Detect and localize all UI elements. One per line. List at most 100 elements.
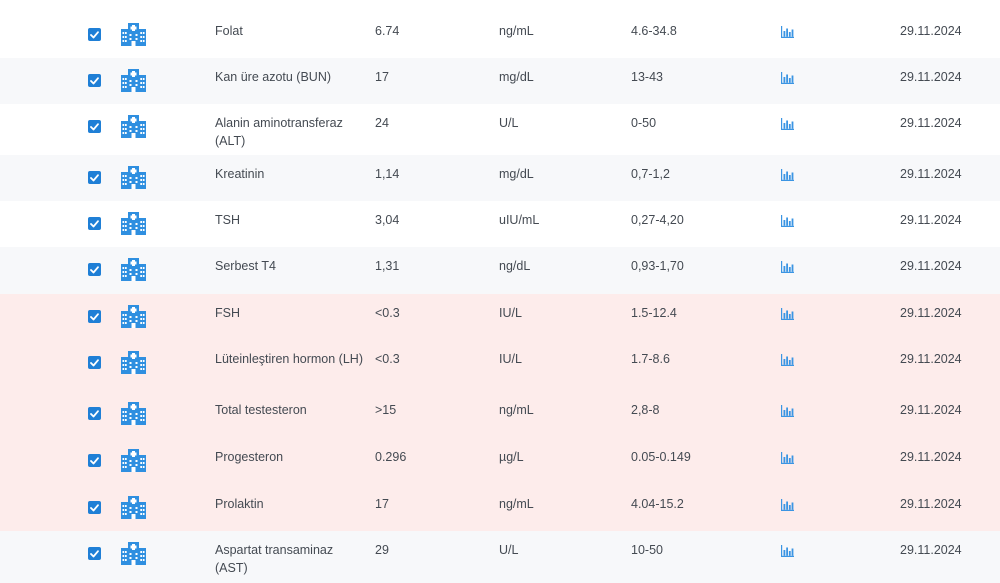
check-icon xyxy=(90,358,99,366)
check-icon xyxy=(90,549,99,557)
bar-chart-icon[interactable] xyxy=(781,261,794,273)
test-unit: ng/dL xyxy=(499,259,531,273)
hospital-icon[interactable] xyxy=(121,542,146,565)
test-date: 29.11.2024 xyxy=(900,543,962,557)
row-checkbox[interactable] xyxy=(88,74,101,87)
test-value: >15 xyxy=(375,403,397,417)
reference-range: 0,7-1,2 xyxy=(631,167,670,181)
test-name: Progesteron xyxy=(215,450,284,464)
test-name: Folat xyxy=(215,24,243,38)
test-value: 17 xyxy=(375,70,389,84)
table-row: Lüteinleştiren hormon (LH) <0.3 IU/L 1.7… xyxy=(0,340,1000,391)
check-icon xyxy=(90,122,99,130)
test-unit: uIU/mL xyxy=(499,213,540,227)
bar-chart-icon[interactable] xyxy=(781,354,794,366)
bar-chart-icon[interactable] xyxy=(781,118,794,130)
hospital-icon[interactable] xyxy=(121,212,146,235)
reference-range: 0.05-0.149 xyxy=(631,450,691,464)
row-checkbox[interactable] xyxy=(88,454,101,467)
lab-results-table: Folat 6.74 ng/mL 4.6-34.8 29.11.2024 Kan… xyxy=(0,0,1000,583)
row-checkbox[interactable] xyxy=(88,356,101,369)
reference-range: 0,27-4,20 xyxy=(631,213,684,227)
bar-chart-icon[interactable] xyxy=(781,545,794,557)
row-checkbox[interactable] xyxy=(88,263,101,276)
test-value: 17 xyxy=(375,497,389,511)
hospital-icon[interactable] xyxy=(121,23,146,46)
test-date: 29.11.2024 xyxy=(900,24,962,38)
test-date: 29.11.2024 xyxy=(900,70,962,84)
row-checkbox[interactable] xyxy=(88,171,101,184)
test-value: 0.296 xyxy=(375,450,407,464)
table-row: Aspartat transaminaz (AST) 29 U/L 10-50 … xyxy=(0,531,1000,583)
test-value: 1,14 xyxy=(375,167,400,181)
bar-chart-icon[interactable] xyxy=(781,72,794,84)
hospital-icon[interactable] xyxy=(121,351,146,374)
table-row: Prolaktin 17 ng/mL 4.04-15.2 29.11.2024 xyxy=(0,485,1000,531)
test-name: FSH xyxy=(215,306,240,320)
hospital-icon[interactable] xyxy=(121,402,146,425)
test-date: 29.11.2024 xyxy=(900,403,962,417)
hospital-icon[interactable] xyxy=(121,69,146,92)
bar-chart-icon[interactable] xyxy=(781,26,794,38)
test-name: Prolaktin xyxy=(215,497,264,511)
test-unit: µg/L xyxy=(499,450,524,464)
hospital-icon[interactable] xyxy=(121,496,146,519)
bar-chart-icon[interactable] xyxy=(781,499,794,511)
row-checkbox[interactable] xyxy=(88,407,101,420)
row-checkbox[interactable] xyxy=(88,120,101,133)
reference-range: 2,8-8 xyxy=(631,403,660,417)
bar-chart-icon[interactable] xyxy=(781,405,794,417)
test-name: Total testesteron xyxy=(215,403,307,417)
reference-range: 0,93-1,70 xyxy=(631,259,684,273)
test-value: <0.3 xyxy=(375,306,400,320)
row-checkbox[interactable] xyxy=(88,501,101,514)
test-value: 29 xyxy=(375,543,389,557)
table-row: Kan üre azotu (BUN) 17 mg/dL 13-43 29.11… xyxy=(0,58,1000,104)
test-unit: mg/dL xyxy=(499,70,534,84)
test-value: <0.3 xyxy=(375,352,400,366)
test-date: 29.11.2024 xyxy=(900,259,962,273)
bar-chart-icon[interactable] xyxy=(781,215,794,227)
table-row: Progesteron 0.296 µg/L 0.05-0.149 29.11.… xyxy=(0,438,1000,485)
test-value: 1,31 xyxy=(375,259,400,273)
test-date: 29.11.2024 xyxy=(900,450,962,464)
hospital-icon[interactable] xyxy=(121,115,146,138)
test-name: Alanin aminotransferaz (ALT) xyxy=(215,116,343,148)
table-row: Kreatinin 1,14 mg/dL 0,7-1,2 29.11.2024 xyxy=(0,155,1000,201)
test-unit: U/L xyxy=(499,116,519,130)
test-date: 29.11.2024 xyxy=(900,116,962,130)
test-date: 29.11.2024 xyxy=(900,352,962,366)
row-checkbox[interactable] xyxy=(88,547,101,560)
row-checkbox[interactable] xyxy=(88,217,101,230)
reference-range: 4.6-34.8 xyxy=(631,24,677,38)
hospital-icon[interactable] xyxy=(121,258,146,281)
check-icon xyxy=(90,219,99,227)
test-name: Serbest T4 xyxy=(215,259,276,273)
hospital-icon[interactable] xyxy=(121,166,146,189)
test-value: 6.74 xyxy=(375,24,400,38)
test-unit: IU/L xyxy=(499,352,522,366)
bar-chart-icon[interactable] xyxy=(781,452,794,464)
test-name: TSH xyxy=(215,213,240,227)
hospital-icon[interactable] xyxy=(121,449,146,472)
test-unit: ng/mL xyxy=(499,403,534,417)
test-unit: U/L xyxy=(499,543,519,557)
test-unit: IU/L xyxy=(499,306,522,320)
table-row: TSH 3,04 uIU/mL 0,27-4,20 29.11.2024 xyxy=(0,201,1000,247)
hospital-icon[interactable] xyxy=(121,305,146,328)
test-name: Kan üre azotu (BUN) xyxy=(215,70,332,84)
check-icon xyxy=(90,409,99,417)
table-row: FSH <0.3 IU/L 1.5-12.4 29.11.2024 xyxy=(0,294,1000,340)
reference-range: 0-50 xyxy=(631,116,657,130)
check-icon xyxy=(90,76,99,84)
bar-chart-icon[interactable] xyxy=(781,169,794,181)
test-unit: ng/mL xyxy=(499,497,534,511)
row-checkbox[interactable] xyxy=(88,310,101,323)
bar-chart-icon[interactable] xyxy=(781,308,794,320)
test-unit: mg/dL xyxy=(499,167,534,181)
reference-range: 1.5-12.4 xyxy=(631,306,677,320)
row-checkbox[interactable] xyxy=(88,28,101,41)
test-date: 29.11.2024 xyxy=(900,497,962,511)
reference-range: 13-43 xyxy=(631,70,663,84)
test-date: 29.11.2024 xyxy=(900,306,962,320)
